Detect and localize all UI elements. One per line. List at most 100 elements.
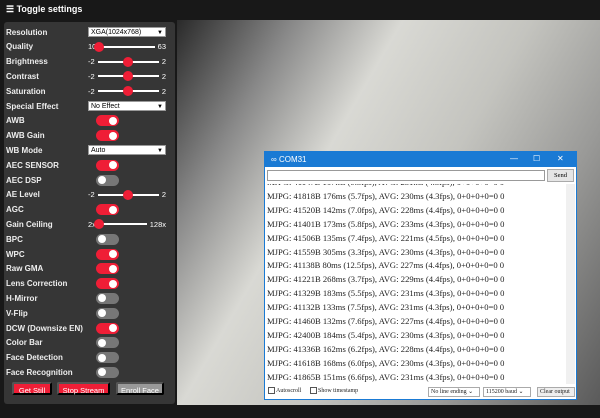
setting-label: V-Flip	[6, 308, 28, 318]
toggle-switch[interactable]	[96, 204, 119, 216]
toggle-knob	[109, 161, 117, 170]
range-max: 2	[161, 71, 166, 81]
setting-wb-mode: WB Mode Auto	[6, 143, 166, 157]
setting-resolution: Resolution XGA(1024x768)	[6, 25, 166, 39]
select-dropdown[interactable]: Auto	[88, 145, 166, 156]
slider-thumb[interactable]	[94, 41, 105, 52]
toggle-settings-header[interactable]: ☰ Toggle settings	[0, 0, 600, 20]
setting-label: Contrast	[6, 71, 39, 81]
setting-quality: Quality 10 63	[6, 40, 166, 54]
maximize-button[interactable]: ☐	[533, 154, 540, 163]
slider-thumb[interactable]	[123, 56, 134, 67]
toggle-switch[interactable]	[96, 159, 119, 171]
setting-label: Special Effect	[6, 101, 59, 111]
setting-label: Saturation	[6, 86, 46, 96]
toggle-switch[interactable]	[96, 233, 119, 245]
setting-raw-gma: Raw GMA	[6, 262, 166, 276]
minimize-button[interactable]: —	[510, 154, 518, 163]
toggle-knob	[109, 131, 117, 140]
stop-stream-button[interactable]: Stop Stream	[57, 382, 110, 395]
log-line: MJPG: 41401B 173ms (5.8fps), AVG: 233ms …	[267, 218, 505, 229]
toggle-switch[interactable]	[96, 130, 119, 142]
timestamp-label: Show timestamp	[318, 387, 359, 394]
setting-face-detection: Face Detection	[6, 351, 166, 365]
setting-label: Lens Correction	[6, 279, 68, 289]
timestamp-checkbox[interactable]: Show timestamp	[310, 387, 358, 394]
setting-saturation: Saturation -2 2	[6, 84, 166, 98]
enroll-face-button[interactable]: Enroll Face	[116, 382, 164, 395]
setting-aec-dsp: AEC DSP	[6, 173, 166, 187]
log-line: MJPG: 41132B 133ms (7.5fps), AVG: 231ms …	[267, 302, 505, 313]
serial-log: MJPG: 41147B 107ms (9.3fps), AVG: 231ms …	[267, 184, 565, 384]
slider-thumb[interactable]	[123, 86, 134, 97]
slider-thumb[interactable]	[123, 71, 134, 82]
toggle-switch[interactable]	[96, 248, 119, 260]
get-still-button[interactable]: Get Still	[12, 382, 52, 395]
setting-label: Quality	[6, 42, 34, 52]
send-button[interactable]: Send	[547, 169, 574, 182]
setting-awb-gain: AWB Gain	[6, 129, 166, 143]
range-slider[interactable]: -2 2	[88, 71, 166, 82]
setting-label: AE Level	[6, 190, 40, 200]
toggle-knob	[98, 353, 106, 362]
close-button[interactable]: ✕	[557, 154, 564, 163]
range-max: 2	[161, 86, 166, 96]
log-line: MJPG: 41618B 168ms (6.0fps), AVG: 230ms …	[267, 357, 505, 368]
toggle-switch[interactable]	[96, 307, 119, 319]
serial-title-bar: ∞ COM31 — ☐ ✕	[265, 152, 576, 167]
setting-label: Color Bar	[6, 338, 43, 348]
setting-wpc: WPC	[6, 247, 166, 261]
toggle-knob	[109, 250, 117, 258]
toggle-switch[interactable]	[96, 278, 119, 290]
header-title: Toggle settings	[16, 4, 83, 14]
toggle-switch[interactable]	[96, 352, 119, 364]
toggle-knob	[109, 324, 117, 332]
toggle-switch[interactable]	[96, 263, 119, 275]
setting-awb: AWB	[6, 114, 166, 128]
toggle-knob	[109, 279, 117, 288]
toggle-knob	[109, 264, 117, 273]
serial-input[interactable]	[267, 170, 545, 181]
log-line: MJPG: 41336B 162ms (6.2fps), AVG: 228ms …	[267, 343, 505, 354]
toggle-knob	[109, 205, 117, 214]
autoscroll-checkbox[interactable]: Autoscroll	[268, 387, 301, 394]
toggle-switch[interactable]	[96, 292, 119, 304]
range-slider[interactable]: -2 2	[88, 86, 166, 97]
setting-label: WPC	[6, 249, 25, 259]
toggle-switch[interactable]	[96, 322, 119, 334]
window-title: COM31	[278, 155, 307, 164]
log-line: MJPG: 41221B 268ms (3.7fps), AVG: 229ms …	[267, 274, 505, 285]
toggle-knob	[98, 235, 106, 244]
toggle-knob	[98, 176, 106, 184]
toggle-switch[interactable]	[96, 115, 119, 127]
slider-thumb[interactable]	[93, 219, 104, 230]
baud-select[interactable]: 115200 baud ⌄	[483, 387, 531, 397]
select-dropdown[interactable]: XGA(1024x768)	[88, 27, 166, 38]
setting-label: BPC	[6, 234, 23, 244]
setting-special-effect: Special Effect No Effect	[6, 99, 166, 113]
toggle-knob	[109, 116, 117, 125]
scrollbar[interactable]	[566, 184, 575, 384]
toggle-knob	[98, 338, 106, 347]
setting-face-recognition: Face Recognition	[6, 365, 166, 379]
range-min: -2	[88, 86, 95, 96]
slider-thumb[interactable]	[123, 189, 134, 200]
line-ending-select[interactable]: No line ending ⌄	[428, 387, 480, 397]
setting-lens-correction: Lens Correction	[6, 277, 166, 291]
range-slider[interactable]: 10 63	[88, 41, 166, 52]
range-slider[interactable]: 2x 128x	[88, 219, 166, 230]
toggle-switch[interactable]	[96, 174, 119, 186]
toggle-switch[interactable]	[96, 337, 119, 349]
clear-output-button[interactable]: Clear output	[537, 387, 575, 397]
select-dropdown[interactable]: No Effect	[88, 101, 166, 112]
toggle-switch[interactable]	[96, 366, 119, 378]
log-line: MJPG: 41460B 132ms (7.6fps), AVG: 227ms …	[267, 316, 505, 327]
range-slider[interactable]: -2 2	[88, 56, 166, 67]
range-min: -2	[88, 190, 95, 200]
baud-value: 115200 baud	[486, 389, 517, 395]
range-slider[interactable]: -2 2	[88, 189, 166, 200]
line-ending-value: No line ending	[431, 389, 467, 395]
setting-label: AWB Gain	[6, 131, 45, 141]
setting-label: DCW (Downsize EN)	[6, 323, 83, 333]
setting-label: AEC SENSOR	[6, 160, 59, 170]
